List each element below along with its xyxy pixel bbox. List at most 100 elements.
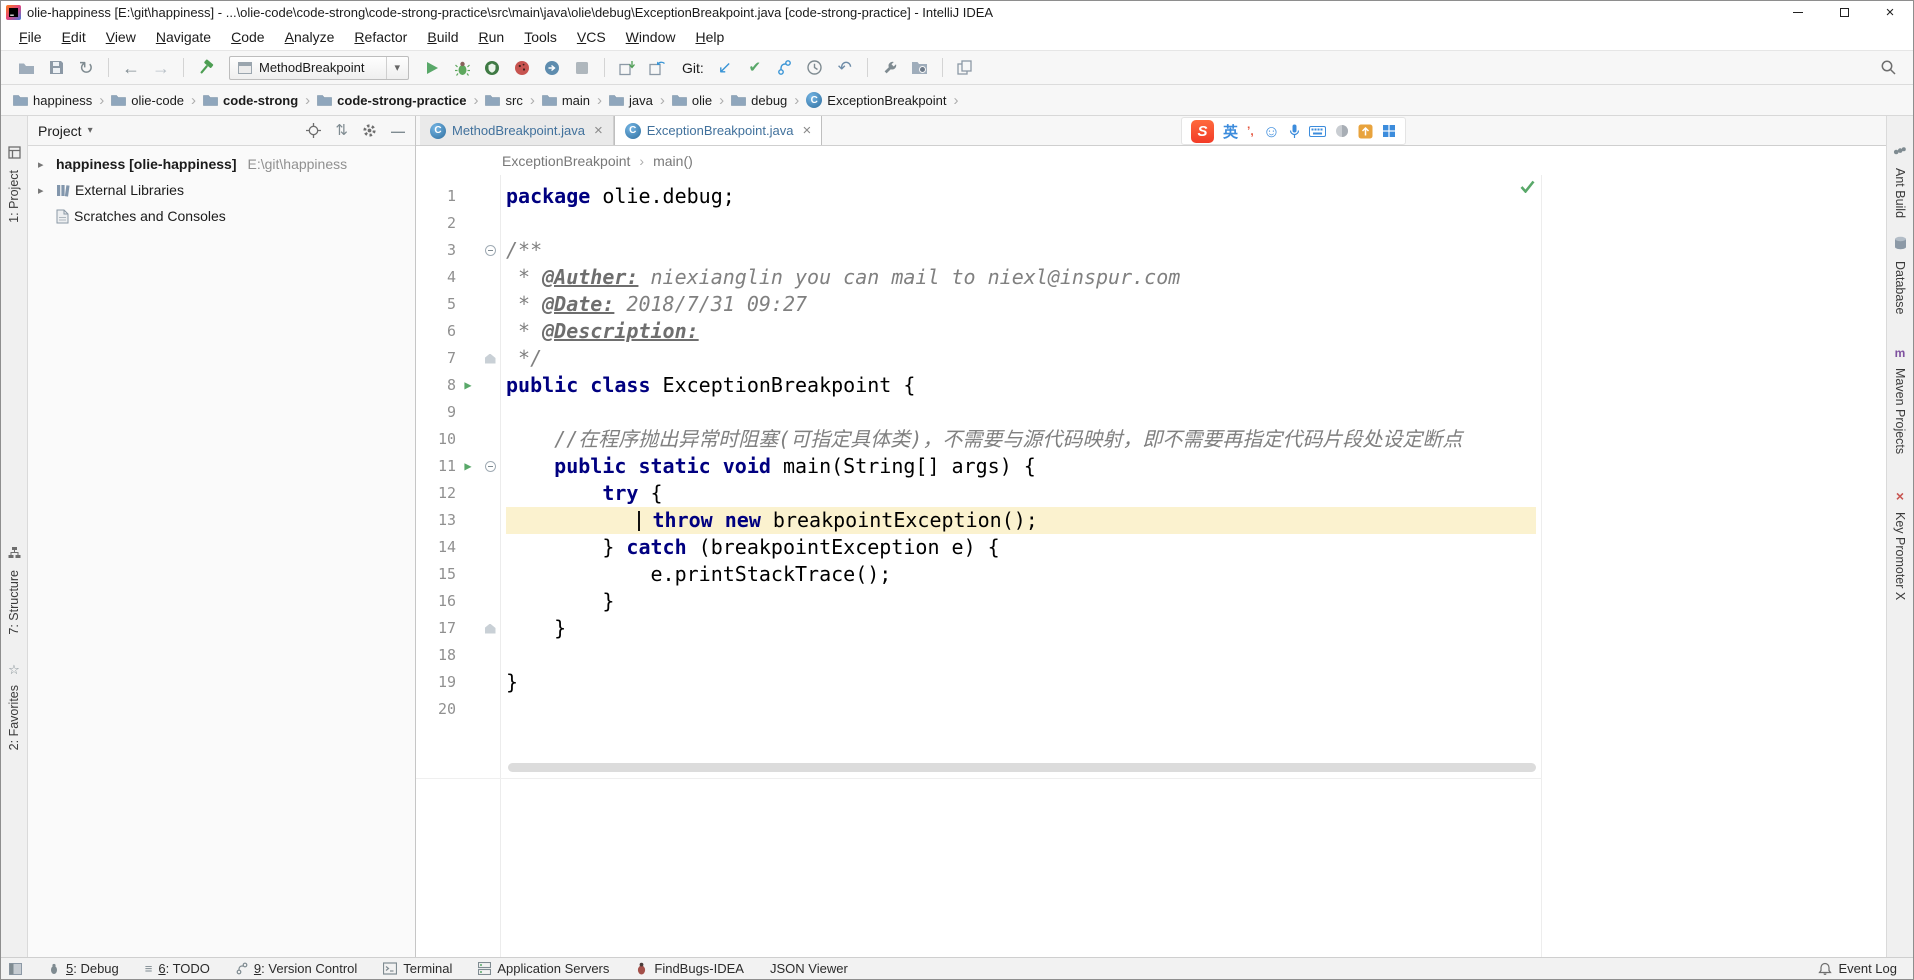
code-editor[interactable]: 1package olie.debug;23/**4 * @Auther: ni… xyxy=(416,175,1886,957)
menu-view[interactable]: View xyxy=(96,25,146,49)
breadcrumb-code-strong-practice[interactable]: code-strong-practice xyxy=(317,93,466,108)
code-line-13[interactable]: 13 throw new breakpointException(); xyxy=(416,507,1886,534)
sogou-logo-icon[interactable]: S xyxy=(1191,120,1214,143)
menu-tools[interactable]: Tools xyxy=(514,25,567,49)
run-gutter-icon[interactable]: ▶ xyxy=(456,453,480,480)
stop-icon[interactable] xyxy=(567,55,597,81)
structure-icon[interactable] xyxy=(905,55,935,81)
update-icon[interactable]: ↙ xyxy=(710,55,740,81)
sync-module-icon[interactable] xyxy=(642,55,672,81)
fold-open-icon[interactable] xyxy=(480,453,500,480)
menu-vcs[interactable]: VCS xyxy=(567,25,616,49)
hammer-icon[interactable] xyxy=(191,55,221,81)
statusbar-toolwindow-toggle[interactable] xyxy=(9,963,22,975)
maximize-button[interactable] xyxy=(1821,1,1867,23)
chevron-down-icon[interactable]: ▾ xyxy=(88,125,93,136)
breadcrumb-code-strong[interactable]: code-strong xyxy=(203,93,298,108)
tree-item-2[interactable]: ▸External Libraries xyxy=(28,177,415,203)
locate-icon[interactable] xyxy=(306,123,321,138)
breadcrumb-olie[interactable]: olie xyxy=(672,93,712,108)
menu-run[interactable]: Run xyxy=(468,25,514,49)
breadcrumb-java[interactable]: java xyxy=(609,93,653,108)
project-panel-title[interactable]: Project xyxy=(38,123,82,139)
toolwindow-button-maven-projects[interactable]: mMaven Projects xyxy=(1887,344,1913,459)
editor-crumb-0[interactable]: ExceptionBreakpoint xyxy=(502,153,630,169)
code-line-4[interactable]: 4 * @Auther: niexianglin you can mail to… xyxy=(416,264,1886,291)
code-line-3[interactable]: 3/** xyxy=(416,237,1886,264)
statusbar-version-control[interactable]: 9: Version Control xyxy=(236,961,357,976)
breadcrumb-exceptionbreakpoint[interactable]: CExceptionBreakpoint xyxy=(806,92,946,108)
code-line-11[interactable]: 11▶ public static void main(String[] arg… xyxy=(416,453,1886,480)
commit-icon[interactable]: ✔ xyxy=(740,55,770,81)
menu-build[interactable]: Build xyxy=(417,25,468,49)
branch-icon[interactable] xyxy=(770,55,800,81)
code-line-9[interactable]: 9 xyxy=(416,399,1886,426)
code-line-1[interactable]: 1package olie.debug; xyxy=(416,183,1886,210)
fold-close-icon[interactable] xyxy=(480,615,500,642)
attach-icon[interactable] xyxy=(537,55,567,81)
menu-refactor[interactable]: Refactor xyxy=(344,25,417,49)
statusbar-event-log[interactable]: Event Log xyxy=(1818,961,1897,976)
horizontal-scrollbar[interactable] xyxy=(508,763,1536,772)
statusbar-application-servers[interactable]: Application Servers xyxy=(478,961,609,976)
menu-edit[interactable]: Edit xyxy=(52,25,96,49)
rollback-icon[interactable]: ↶ xyxy=(830,55,860,81)
code-line-7[interactable]: 7 */ xyxy=(416,345,1886,372)
build-module-icon[interactable] xyxy=(612,55,642,81)
toolwindow-button-key-promoter-x[interactable]: ×Key Promoter X xyxy=(1887,488,1913,605)
statusbar-debug[interactable]: 5: Debug xyxy=(48,961,119,976)
profiler-icon[interactable] xyxy=(507,55,537,81)
skin-icon[interactable] xyxy=(1335,124,1349,138)
statusbar-findbugs-idea[interactable]: FindBugs-IDEA xyxy=(635,961,744,976)
code-line-17[interactable]: 17 } xyxy=(416,615,1886,642)
sync-icon[interactable]: ↻ xyxy=(71,55,101,81)
code-line-8[interactable]: 8▶public class ExceptionBreakpoint { xyxy=(416,372,1886,399)
back-icon[interactable]: ← xyxy=(116,55,146,81)
ime-punctuation-mode[interactable]: ’, xyxy=(1247,124,1254,138)
statusbar-json-viewer[interactable]: JSON Viewer xyxy=(770,961,848,976)
breadcrumb-olie-code[interactable]: olie-code xyxy=(111,93,184,108)
grid-icon[interactable] xyxy=(1382,124,1396,138)
ime-language-mode[interactable]: 英 xyxy=(1223,121,1238,142)
code-line-5[interactable]: 5 * @Date: 2018/7/31 09:27 xyxy=(416,291,1886,318)
toolwindow-button-1-project[interactable]: 1: Project xyxy=(1,146,27,228)
code-line-19[interactable]: 19} xyxy=(416,669,1886,696)
toolwindow-button-database[interactable]: Database xyxy=(1887,236,1913,320)
settings-icon[interactable] xyxy=(362,123,377,138)
coverage-icon[interactable] xyxy=(477,55,507,81)
search-icon[interactable] xyxy=(1873,55,1903,81)
breadcrumb-main[interactable]: main xyxy=(542,93,590,108)
code-line-14[interactable]: 14 } catch (breakpointException e) { xyxy=(416,534,1886,561)
menu-window[interactable]: Window xyxy=(616,25,686,49)
close-icon[interactable]: × xyxy=(802,122,811,139)
fold-close-icon[interactable] xyxy=(480,345,500,372)
statusbar-todo[interactable]: ≡6: TODO xyxy=(145,961,210,976)
run-configuration-select[interactable]: MethodBreakpoint▾ xyxy=(229,56,409,80)
toolwindow-button-7-structure[interactable]: 7: Structure xyxy=(1,546,27,640)
fold-open-icon[interactable] xyxy=(480,237,500,264)
copy-icon[interactable] xyxy=(950,55,980,81)
menu-navigate[interactable]: Navigate xyxy=(146,25,221,49)
hide-icon[interactable]: — xyxy=(391,124,405,138)
emoji-icon[interactable]: ☺ xyxy=(1263,123,1280,140)
breadcrumb-happiness[interactable]: happiness xyxy=(13,93,92,108)
minimize-button[interactable] xyxy=(1775,1,1821,23)
breadcrumb-src[interactable]: src xyxy=(485,93,522,108)
debug-icon[interactable] xyxy=(447,55,477,81)
code-line-20[interactable]: 20 xyxy=(416,696,1886,723)
breadcrumb-debug[interactable]: debug xyxy=(731,93,787,108)
open-icon[interactable] xyxy=(11,55,41,81)
menu-help[interactable]: Help xyxy=(685,25,734,49)
code-line-15[interactable]: 15 e.printStackTrace(); xyxy=(416,561,1886,588)
toolwindow-button-ant-build[interactable]: Ant Build xyxy=(1887,144,1913,223)
forward-icon[interactable]: → xyxy=(146,55,176,81)
run-icon[interactable] xyxy=(417,55,447,81)
menu-analyze[interactable]: Analyze xyxy=(275,25,345,49)
collapse-all-icon[interactable]: ⇅ xyxy=(335,123,348,138)
code-line-10[interactable]: 10 //在程序抛出异常时阻塞(可指定具体类)，不需要与源代码映射，即不需要再指… xyxy=(416,426,1886,453)
close-icon[interactable]: × xyxy=(594,122,603,139)
mic-icon[interactable] xyxy=(1289,124,1300,139)
menu-code[interactable]: Code xyxy=(221,25,274,49)
code-line-18[interactable]: 18 xyxy=(416,642,1886,669)
tree-item-1[interactable]: ▸happiness [olie-happiness]E:\git\happin… xyxy=(28,151,415,177)
